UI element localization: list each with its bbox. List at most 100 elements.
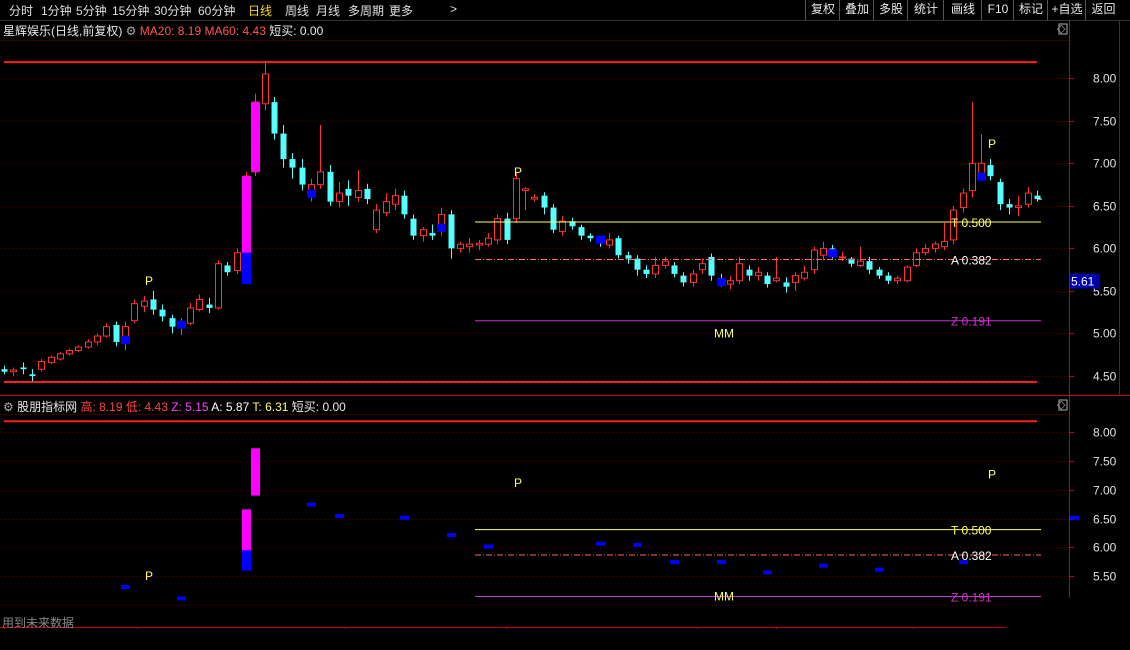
candle-body [736, 263, 743, 282]
candle-body [904, 266, 911, 282]
blue-signal [177, 320, 186, 329]
candle-body [336, 192, 343, 203]
sub-blue-mark [670, 560, 679, 565]
settings-icon[interactable]: ⚙ [3, 400, 14, 414]
peak-marker: P [514, 165, 522, 179]
period-tab-5[interactable]: 60分钟 [198, 2, 235, 19]
candle-body [606, 239, 613, 246]
chart-area[interactable]: ◇ ◇ 8.00 7.50 7.00 6.50 6.00 5.50 5.00 4.50 8.00 7.… [0, 20, 1130, 629]
candle-body [289, 159, 296, 168]
candle-body [299, 167, 306, 185]
candle-body [1006, 204, 1013, 208]
period-tab-1[interactable]: 1分钟 [41, 2, 72, 19]
candle-body [150, 299, 157, 310]
candle-body [783, 282, 790, 287]
sub-blue-mark [335, 514, 344, 519]
candle-body [550, 207, 557, 230]
candle-body [206, 304, 213, 308]
toolbar-button-5[interactable]: F10 [981, 0, 1014, 20]
period-tab-10[interactable]: 更多 [389, 2, 413, 19]
sub-blue-mark [307, 502, 316, 507]
candle-body [10, 369, 17, 373]
candle-body [932, 243, 939, 249]
sub-peak-marker: P [988, 467, 996, 481]
candle-body [820, 247, 827, 256]
candle-body [652, 264, 659, 275]
candle-body [866, 261, 873, 270]
y-tick-label: 7.00 [1093, 157, 1117, 171]
y-tick-label: 7.00 [1093, 484, 1117, 498]
sub-mm-marker: MM [714, 590, 734, 604]
candle-body [792, 275, 799, 283]
toolbar-button-3[interactable]: 统计 [907, 0, 944, 20]
toolbar-button-2[interactable]: 多股 [873, 0, 908, 20]
settings-icon[interactable]: ⚙ [126, 24, 137, 38]
period-tab-0[interactable]: 分时 [9, 2, 33, 19]
level-label: Z 0.191 [951, 315, 992, 329]
period-tab-7[interactable]: 周线 [285, 2, 309, 19]
candle-body [420, 229, 427, 237]
sub-blue-mark [763, 570, 772, 575]
candle-body [159, 309, 166, 317]
toolbar-button-0[interactable]: 复权 [805, 0, 840, 20]
right-side-panel[interactable] [1119, 20, 1130, 395]
toolbar-button-1[interactable]: 叠加 [839, 0, 874, 20]
candle-body [448, 214, 455, 249]
period-tab-3[interactable]: 15分钟 [112, 2, 149, 19]
candle-body [1025, 192, 1032, 205]
period-tab-9[interactable]: 多周期 [348, 2, 384, 19]
candle-body [271, 102, 278, 134]
candle-body [392, 195, 399, 205]
candle-body [578, 227, 585, 236]
blue-signal [121, 335, 130, 344]
candle-body [262, 73, 269, 105]
candle-body [429, 233, 436, 236]
candle-body [773, 277, 780, 282]
candle-body [885, 275, 892, 281]
candle-body [857, 260, 864, 266]
toolbar-button-6[interactable]: 标记 [1013, 0, 1048, 20]
sub-blue-mark [177, 596, 186, 601]
sub-chart-header: ⚙ 股朋指标网 高: 8.19 低: 4.43 Z: 5.15 A: 5.87 … [3, 398, 346, 415]
y-tick-label: 5.00 [1093, 327, 1117, 341]
sub-level-label: Z 0.191 [951, 590, 992, 604]
candle-body [559, 220, 566, 232]
y-tick-label: 6.50 [1093, 200, 1117, 214]
period-toolbar: 分时 1分钟 5分钟 15分钟 30分钟 60分钟 日线 周线 月线 多周期 更多 > 复权 叠加 多股 统计… [0, 0, 1130, 21]
stock-title[interactable]: 星辉娱乐(日线,前复权) [3, 24, 122, 38]
candle-body [960, 192, 967, 209]
candle-body [66, 349, 73, 355]
candle-body [485, 237, 492, 245]
period-tab-6[interactable]: 日线 [248, 2, 272, 19]
price-tag: 5.61 [1071, 275, 1095, 289]
candle-body [634, 258, 641, 270]
candle-body [727, 280, 734, 285]
period-tab-8[interactable]: 月线 [316, 2, 340, 19]
sub-blue-mark [447, 533, 456, 538]
toolbar-button-7[interactable]: +自选 [1047, 0, 1086, 20]
candle-body [541, 195, 548, 208]
period-tab-4[interactable]: 30分钟 [154, 2, 191, 19]
period-tab-2[interactable]: 5分钟 [76, 2, 107, 19]
indicator-title[interactable]: 股朋指标网 [17, 400, 77, 414]
toolbar-button-8[interactable]: 返回 [1085, 0, 1121, 20]
sub-signal-bar [251, 448, 260, 496]
toolbar-button-4[interactable]: 画线 [943, 0, 982, 20]
indicator-t: T: 6.31 [252, 400, 289, 414]
candle-body [746, 269, 753, 276]
candle-body [457, 243, 464, 249]
candle-body [383, 201, 390, 214]
y-tick-label: 6.50 [1093, 513, 1117, 527]
indicator-z: Z: 5.15 [171, 400, 209, 414]
candle-body [662, 260, 669, 266]
candle-body [85, 341, 92, 348]
candle-body [141, 300, 148, 307]
indicator-short-buy: 短买: 0.00 [291, 400, 346, 414]
candle-body [625, 255, 632, 259]
peak-marker: P [988, 137, 996, 151]
sub-peak-marker: P [514, 476, 522, 490]
chevron-right-icon[interactable]: > [450, 2, 457, 16]
candle-body [839, 256, 846, 259]
candle-body [801, 271, 808, 279]
sub-blue-mark [596, 541, 605, 546]
